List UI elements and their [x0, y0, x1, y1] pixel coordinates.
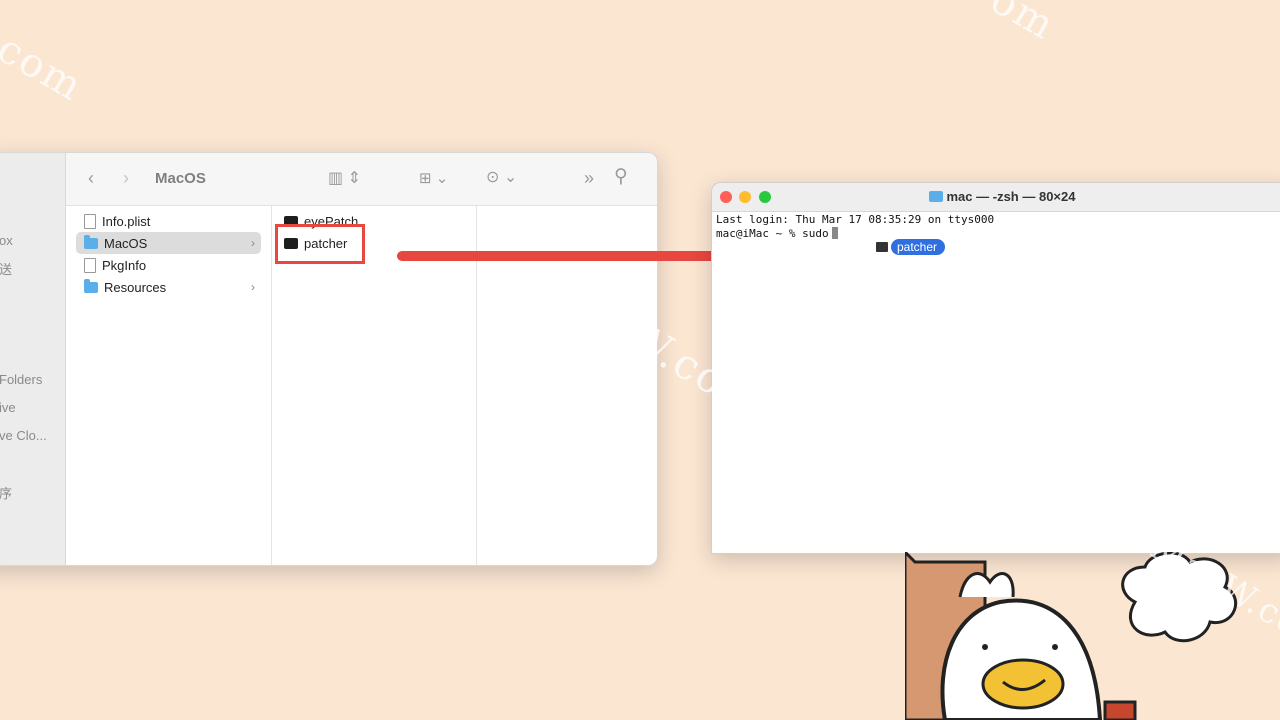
forward-button[interactable]: › — [123, 169, 129, 187]
terminal-titlebar: mac — -zsh — 80×24 — [712, 183, 1280, 212]
item-label: Info.plist — [102, 213, 151, 229]
more-actions-icon[interactable]: ⊙ ⌄ — [486, 169, 517, 187]
files-column: Info.plist MacOS › PkgInfo Resources › — [66, 206, 272, 565]
empty-column — [477, 206, 657, 565]
document-icon — [84, 213, 96, 229]
terminal-content[interactable]: Last login: Thu Mar 17 08:35:29 on ttys0… — [716, 213, 994, 241]
sidebar-item[interactable]: ive — [0, 400, 16, 415]
item-label: Resources — [104, 279, 167, 295]
list-item[interactable]: Resources › — [76, 276, 261, 298]
view-columns-icon[interactable]: ▥ ⇕ — [328, 170, 361, 188]
sidebar-item[interactable]: 序 — [0, 483, 12, 502]
dragged-file-label: patcher — [891, 239, 946, 255]
sidebar-item[interactable]: ve Clo... — [0, 428, 47, 443]
chevron-right-icon: › — [251, 236, 255, 250]
sidebar-item[interactable]: Folders — [0, 372, 42, 387]
list-item[interactable]: Info.plist — [76, 210, 261, 232]
text-cursor — [831, 227, 838, 239]
terminal-prompt-line: mac@iMac ~ % sudo — [716, 227, 994, 241]
folder-icon — [928, 191, 943, 202]
watermark-fragment-left: com — [0, 25, 91, 111]
executable-icon — [876, 242, 888, 252]
back-button[interactable]: ‹ — [88, 169, 94, 187]
terminal-line: Last login: Thu Mar 17 08:35:29 on ttys0… — [716, 213, 995, 226]
finder-window: ox 送 Folders ive ve Clo... 序 ‹ › MacOS ▥… — [0, 152, 658, 566]
group-icon[interactable]: ⊞ ⌄ — [419, 170, 448, 188]
toolbar-overflow-icon[interactable]: » — [584, 169, 594, 187]
list-item[interactable]: PkgInfo — [76, 254, 261, 276]
terminal-window: mac — -zsh — 80×24 Last login: Thu Mar 1… — [711, 182, 1280, 554]
item-label: MacOS — [104, 235, 148, 251]
finder-toolbar: ‹ › MacOS ▥ ⇕ ⊞ ⌄ ⊙ ⌄ » ⚲ — [66, 153, 657, 206]
terminal-title: mac — -zsh — 80×24 — [712, 189, 1280, 204]
terminal-title-text: mac — -zsh — 80×24 — [946, 189, 1076, 204]
document-icon — [84, 257, 96, 273]
highlight-box — [275, 224, 365, 264]
folder-icon — [84, 278, 98, 293]
sidebar-item[interactable]: ox — [0, 233, 13, 248]
finder-sidebar: ox 送 Folders ive ve Clo... 序 — [0, 153, 66, 565]
terminal-prompt: mac@iMac ~ % sudo — [716, 227, 829, 240]
chevron-right-icon: › — [251, 280, 255, 294]
folder-icon — [84, 234, 98, 249]
list-item[interactable]: MacOS › — [76, 232, 261, 254]
search-icon[interactable]: ⚲ — [614, 167, 628, 186]
watermark-fragment-top-right: om — [982, 0, 1064, 50]
sidebar-item[interactable]: 送 — [0, 259, 12, 278]
item-label: PkgInfo — [102, 257, 147, 273]
dragged-file[interactable]: patcher — [876, 239, 946, 255]
window-title: MacOS — [155, 170, 206, 187]
